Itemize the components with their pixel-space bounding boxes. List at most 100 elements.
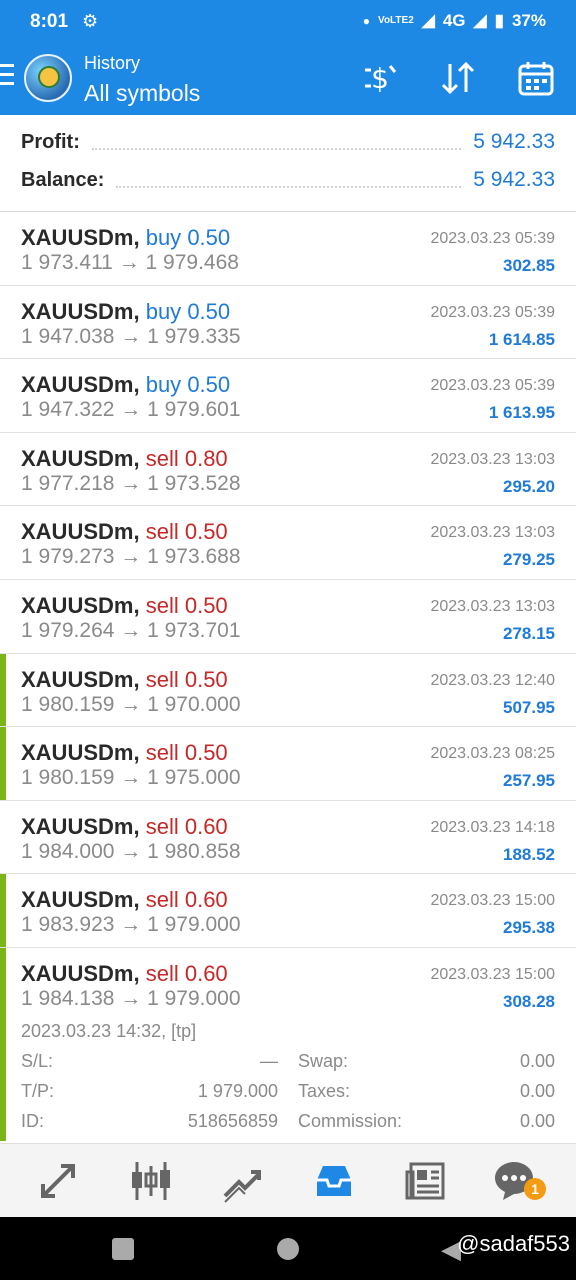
symbol-name: XAUUSDm, <box>21 298 140 324</box>
system-nav-bar: ◀ @sadaf553 <box>0 1217 576 1280</box>
trade-date: 2023.03.23 05:39 <box>430 303 555 321</box>
watermark-text: @sadaf553 <box>457 1231 570 1256</box>
nav-news-icon[interactable] <box>398 1156 454 1206</box>
trade-profit: 302.85 <box>503 256 555 275</box>
trade-profit: 1 614.85 <box>488 329 555 349</box>
trade-list: XAUUSDm, buy 0.50 1 973.411 → 1 979.468 20… <box>0 212 576 1141</box>
trade-row[interactable]: XAUUSDm, sell 0.50 1 979.273 → 1 973.688 2… <box>0 506 576 580</box>
trade-prices: 1 980.159 → 1 970.000 <box>21 692 241 716</box>
trade-row[interactable]: XAUUSDm, sell 0.50 1 979.264 → 1 973.701 2… <box>0 580 576 654</box>
trade-prices: 1 977.218 → 1 973.528 <box>21 471 241 495</box>
signal-icon: ◢ <box>421 11 435 30</box>
metatrader-logo <box>24 54 72 102</box>
header-subtitle: History <box>84 53 141 73</box>
trade-symbol: XAUUSDm, sell 0.80 <box>21 446 228 472</box>
app-bar: History All symbols $ <box>0 42 576 115</box>
summary-panel: Profit: 5 942.33 Balance: 5 942.33 <box>0 115 576 212</box>
trade-side: sell 0.80 <box>145 445 228 471</box>
nav-chart-icon[interactable] <box>122 1156 178 1206</box>
bottom-nav: 1 <box>0 1143 576 1217</box>
symbol-name: XAUUSDm, <box>21 225 140 250</box>
trade-row[interactable]: XAUUSDm, buy 0.50 1 947.038 → 1 979.335 20… <box>0 286 576 360</box>
symbol-name: XAUUSDm, <box>21 519 140 545</box>
menu-icon[interactable] <box>0 64 16 92</box>
balance-value: 5 942.33 <box>473 168 555 191</box>
trade-symbol: XAUUSDm, sell 0.60 <box>21 961 228 987</box>
symbol-name: XAUUSDm, <box>21 960 140 986</box>
trade-side: sell 0.60 <box>145 960 228 986</box>
symbol-name: XAUUSDm, <box>21 666 140 692</box>
profit-label: Profit: <box>21 130 80 153</box>
trade-side: buy 0.50 <box>145 225 231 250</box>
dotted-leader <box>91 134 462 150</box>
trade-date: 2023.03.23 12:40 <box>430 671 555 689</box>
trade-profit: 295.20 <box>503 476 555 496</box>
trade-prices: 1 947.038 → 1 979.335 <box>21 324 241 348</box>
trade-row[interactable]: XAUUSDm, sell 0.50 1 980.159 → 1 970.000 2… <box>0 653 576 728</box>
signal2-icon: ◢ <box>473 11 487 30</box>
volte-icon: VoLTE2 <box>378 15 414 26</box>
trade-row[interactable]: XAUUSDm, buy 0.50 1 947.322 → 1 979.601 20… <box>0 359 576 433</box>
trade-side: sell 0.50 <box>145 592 228 618</box>
trade-profit: 308.28 <box>503 991 555 1011</box>
header-title[interactable]: All symbols <box>84 80 200 107</box>
trade-symbol: XAUUSDm, sell 0.50 <box>21 593 228 619</box>
trade-symbol: XAUUSDm, buy 0.50 <box>21 225 230 251</box>
symbol-name: XAUUSDm, <box>21 372 140 398</box>
trade-prices: 1 979.273 → 1 973.688 <box>21 545 241 569</box>
trade-symbol: XAUUSDm, buy 0.50 <box>21 372 230 398</box>
trade-prices: 1 984.138 → 1 979.000 <box>21 986 241 1010</box>
trade-side: sell 0.50 <box>145 519 228 545</box>
battery-level: 37% <box>511 11 546 30</box>
trade-row-expanded[interactable]: XAUUSDm, sell 0.60 1 984.138 → 1 979.000… <box>0 947 576 1141</box>
trade-open-info: 2023.03.23 14:32, [tp] <box>21 1020 197 1041</box>
chat-badge: 1 <box>524 1178 546 1200</box>
home-button[interactable] <box>277 1238 299 1260</box>
nav-history-icon[interactable] <box>306 1156 362 1206</box>
trade-prices: 1 979.264 → 1 973.701 <box>21 618 241 642</box>
trade-prices: 1 980.159 → 1 975.000 <box>21 766 241 790</box>
sort-icon[interactable] <box>438 58 478 98</box>
trade-profit: 279.25 <box>503 550 555 570</box>
trade-symbol: XAUUSDm, sell 0.60 <box>21 814 228 840</box>
svg-text:$: $ <box>371 62 389 95</box>
trade-date: 2023.03.23 15:00 <box>430 965 555 983</box>
notification-dot-icon: ● <box>362 14 371 28</box>
trade-row[interactable]: XAUUSDm, sell 0.60 1 984.000 → 1 980.858 2… <box>0 801 576 875</box>
detail-row-sl: S/L: — Swap: 0.00 <box>21 1050 555 1071</box>
battery-icon: ▮ <box>494 11 504 30</box>
trade-prices: 1 983.923 → 1 979.000 <box>21 913 241 937</box>
status-bar: 8:01 ⚙ ● VoLTE2 ◢ 4G ◢ ▮ 37% <box>0 0 576 42</box>
symbol-name: XAUUSDm, <box>21 887 140 913</box>
trade-side: buy 0.50 <box>145 298 231 324</box>
recent-apps-button[interactable] <box>112 1238 134 1260</box>
nav-chat-icon[interactable]: 1 <box>486 1156 546 1206</box>
trade-date: 2023.03.23 08:25 <box>430 745 555 763</box>
nav-trade-icon[interactable] <box>214 1156 270 1206</box>
profit-value: 5 942.33 <box>473 130 555 153</box>
balance-row: Balance: 5 942.33 <box>21 165 555 195</box>
trade-symbol: XAUUSDm, sell 0.50 <box>21 667 228 693</box>
trade-row[interactable]: XAUUSDm, buy 0.50 1 973.411 → 1 979.468 20… <box>0 212 576 286</box>
trade-symbol: XAUUSDm, sell 0.50 <box>21 740 228 766</box>
trade-date: 2023.03.23 05:39 <box>430 230 555 247</box>
trade-date: 2023.03.23 14:18 <box>430 818 555 836</box>
trade-prices: 1 973.411 → 1 979.468 <box>21 251 239 274</box>
calendar-icon[interactable] <box>516 58 556 98</box>
deposit-icon[interactable]: $ <box>360 58 400 98</box>
trade-row[interactable]: XAUUSDm, sell 0.50 1 980.159 → 1 975.000 2… <box>0 727 576 801</box>
trade-date: 2023.03.23 13:03 <box>430 597 555 615</box>
status-time: 8:01 <box>30 11 69 32</box>
symbol-name: XAUUSDm, <box>21 592 140 618</box>
trade-symbol: XAUUSDm, sell 0.60 <box>21 887 228 913</box>
trade-prices: 1 984.000 → 1 980.858 <box>21 839 241 863</box>
trade-side: sell 0.50 <box>145 666 228 692</box>
symbol-name: XAUUSDm, <box>21 813 140 839</box>
trade-profit: 295.38 <box>503 918 555 938</box>
trade-row[interactable]: XAUUSDm, sell 0.60 1 983.923 → 1 979.000 2… <box>0 874 576 948</box>
trade-symbol: XAUUSDm, sell 0.50 <box>21 519 228 545</box>
trade-date: 2023.03.23 13:03 <box>430 450 555 468</box>
trade-row[interactable]: XAUUSDm, sell 0.80 1 977.218 → 1 973.528 2… <box>0 433 576 507</box>
trade-date: 2023.03.23 13:03 <box>430 524 555 542</box>
nav-quotes-icon[interactable] <box>30 1156 86 1206</box>
